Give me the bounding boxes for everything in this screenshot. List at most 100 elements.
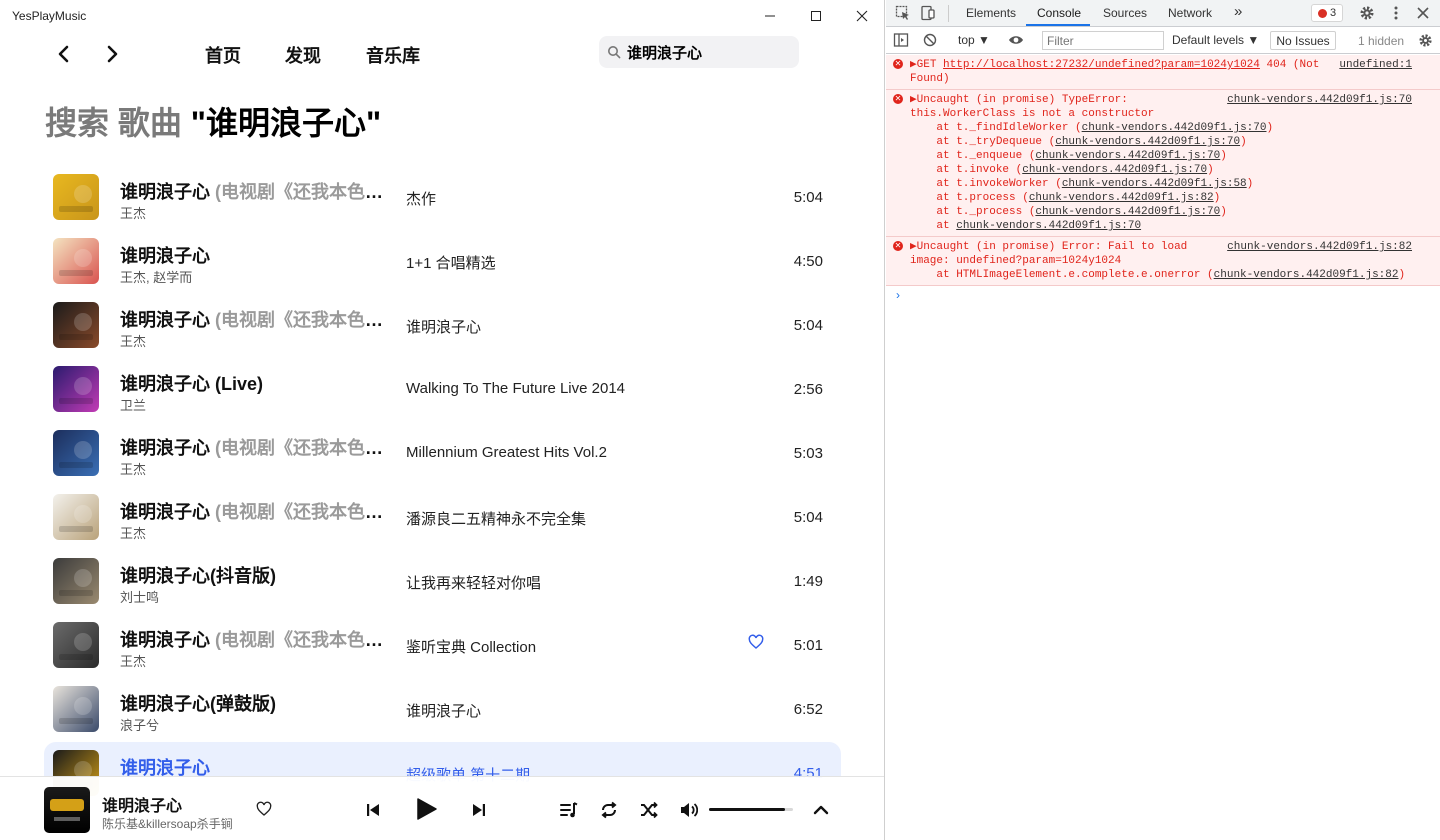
song-row[interactable]: 谁明浪子心(弹鼓版) 浪子兮 谁明浪子心 6:52 — [44, 678, 841, 742]
song-artist[interactable]: 王杰, 赵学而 — [120, 267, 192, 286]
nav-home[interactable]: 首页 — [205, 42, 241, 68]
live-expression-button[interactable] — [1007, 31, 1025, 49]
message-source-link[interactable]: chunk-vendors.442d09f1.js:70 — [1227, 93, 1412, 107]
tab-network[interactable]: Network — [1168, 6, 1212, 20]
song-cover[interactable] — [53, 558, 99, 604]
song-cover[interactable] — [53, 238, 99, 284]
stack-source-link[interactable]: chunk-vendors.442d09f1.js:70 — [1022, 164, 1207, 176]
issues-button[interactable]: No Issues — [1270, 31, 1336, 50]
song-artist[interactable]: 卫兰 — [120, 395, 146, 414]
settings-button[interactable] — [1358, 4, 1376, 22]
back-button[interactable] — [50, 40, 78, 68]
close-devtools-button[interactable] — [1414, 4, 1432, 22]
stack-source-link[interactable]: chunk-vendors.442d09f1.js:70 — [1035, 206, 1220, 218]
next-button[interactable] — [468, 799, 490, 821]
song-album[interactable]: 潘源良二五精神永不完全集 — [406, 508, 586, 529]
song-title[interactable]: 谁明浪子心 (电视剧《还我本色》主题曲) — [120, 306, 386, 332]
song-title[interactable]: 谁明浪子心 — [120, 242, 386, 268]
song-title[interactable]: 谁明浪子心 (电视剧《还我本色》主题曲) — [120, 178, 386, 204]
clear-console-button[interactable] — [921, 31, 939, 49]
song-row[interactable]: 谁明浪子心 王杰, 赵学而 1+1 合唱精选 4:50 — [44, 230, 841, 294]
song-cover[interactable] — [53, 366, 99, 412]
log-levels-selector[interactable]: Default levels ▼ — [1172, 33, 1259, 47]
tab-elements[interactable]: Elements — [966, 6, 1016, 20]
search-box[interactable] — [599, 36, 799, 68]
song-album[interactable]: 让我再来轻轻对你唱 — [406, 572, 541, 593]
more-options-button[interactable] — [1387, 4, 1405, 22]
song-artist[interactable]: 王杰 — [120, 459, 146, 478]
song-row[interactable]: 谁明浪子心 (电视剧《还我本色》主题曲)王杰潘源良二五精神永不完全集5:04 — [44, 486, 841, 550]
song-artist[interactable]: 王杰 — [120, 331, 146, 350]
toggle-sidebar-button[interactable] — [892, 31, 910, 49]
song-row[interactable]: 谁明浪子心 (电视剧《还我本色》主题曲)王杰 Millennium Greates… — [44, 422, 841, 486]
close-button[interactable] — [839, 0, 884, 32]
console-error-message[interactable]: ✕ chunk-vendors.442d09f1.js:70 ▶Uncaught (… — [886, 90, 1440, 237]
maximize-button[interactable] — [793, 0, 839, 32]
nav-explore[interactable]: 发现 — [285, 42, 321, 68]
song-cover[interactable] — [53, 174, 99, 220]
forward-button[interactable] — [98, 40, 126, 68]
song-title[interactable]: 谁明浪子心(弹鼓版) — [120, 690, 386, 716]
minimize-button[interactable] — [747, 0, 793, 32]
stack-source-link[interactable]: chunk-vendors.442d09f1.js:70 — [1035, 150, 1220, 162]
song-cover[interactable] — [53, 302, 99, 348]
song-album[interactable]: Walking To The Future Live 2014 — [406, 380, 625, 397]
console-error-message[interactable]: ✕ chunk-vendors.442d09f1.js:82 ▶Uncaught (… — [886, 237, 1440, 286]
song-cover[interactable] — [53, 430, 99, 476]
song-album[interactable]: Millennium Greatest Hits Vol.2 — [406, 444, 607, 461]
stack-source-link[interactable]: chunk-vendors.442d09f1.js:82 — [1214, 269, 1399, 281]
tab-console[interactable]: Console — [1037, 6, 1081, 20]
message-source-link[interactable]: chunk-vendors.442d09f1.js:82 — [1227, 240, 1412, 254]
stack-source-link[interactable]: chunk-vendors.442d09f1.js:70 — [1055, 136, 1240, 148]
console-settings-button[interactable] — [1416, 31, 1434, 49]
stack-source-link[interactable]: chunk-vendors.442d09f1.js:82 — [1029, 192, 1214, 204]
error-count-badge[interactable]: 3 — [1311, 4, 1343, 22]
song-artist[interactable]: 王杰 — [120, 651, 146, 670]
console-filter-input[interactable] — [1042, 31, 1164, 50]
player-artist[interactable]: 陈乐基&killersoap杀手锏 — [102, 815, 233, 832]
device-toolbar-button[interactable] — [919, 4, 937, 22]
volume-button[interactable] — [678, 799, 700, 821]
console-error-message[interactable]: ✕ undefined:1 ▶GET http://localhost:27232/… — [886, 55, 1440, 90]
volume-slider[interactable] — [709, 808, 793, 811]
song-album[interactable]: 杰作 — [406, 188, 436, 209]
song-title[interactable]: 谁明浪子心 (电视剧《还我本色》主题曲) — [120, 626, 386, 652]
song-cover[interactable] — [53, 494, 99, 540]
song-cover[interactable] — [53, 686, 99, 732]
tab-sources[interactable]: Sources — [1103, 6, 1147, 20]
play-button[interactable] — [410, 793, 442, 825]
previous-button[interactable] — [362, 799, 384, 821]
song-row[interactable]: 谁明浪子心 (电视剧《还我本色》主题曲)王杰鉴听宝典 Collection5:0… — [44, 614, 841, 678]
player-like-button[interactable] — [255, 800, 273, 818]
inspect-element-button[interactable] — [894, 4, 912, 22]
song-artist[interactable]: 王杰 — [120, 523, 146, 542]
song-artist[interactable]: 王杰 — [120, 203, 146, 222]
search-input[interactable] — [627, 43, 787, 61]
song-row[interactable]: 谁明浪子心(抖音版) 刘士鸣 让我再来轻轻对你唱 1:49 — [44, 550, 841, 614]
song-title[interactable]: 谁明浪子心 (电视剧《还我本色》主题曲) — [120, 434, 386, 460]
stack-source-link[interactable]: chunk-vendors.442d09f1.js:70 — [956, 220, 1141, 232]
playlist-queue-button[interactable] — [558, 799, 580, 821]
song-album[interactable]: 鉴听宝典 Collection — [406, 636, 536, 657]
song-row[interactable]: 谁明浪子心 (电视剧《还我本色》主题曲)王杰谁明浪子心5:04 — [44, 294, 841, 358]
message-source-link[interactable]: undefined:1 — [1339, 58, 1412, 72]
more-tabs-button[interactable]: » — [1234, 3, 1242, 20]
nav-library[interactable]: 音乐库 — [366, 42, 420, 68]
request-url-link[interactable]: http://localhost:27232/undefined?param=1… — [943, 59, 1260, 71]
song-album[interactable]: 谁明浪子心 — [406, 316, 481, 337]
song-cover[interactable] — [53, 622, 99, 668]
player-song-title[interactable]: 谁明浪子心 — [102, 792, 182, 816]
song-artist[interactable]: 刘士鸣 — [120, 587, 159, 606]
stack-source-link[interactable]: chunk-vendors.442d09f1.js:70 — [1082, 122, 1267, 134]
song-artist[interactable]: 浪子兮 — [120, 715, 159, 734]
song-album[interactable]: 1+1 合唱精选 — [406, 252, 496, 273]
song-row[interactable]: 谁明浪子心 (电视剧《还我本色》主题曲)王杰杰作5:04 — [44, 166, 841, 230]
shuffle-button[interactable] — [638, 799, 660, 821]
stack-source-link[interactable]: chunk-vendors.442d09f1.js:58 — [1062, 178, 1247, 190]
expand-lyrics-button[interactable] — [810, 799, 832, 821]
song-title[interactable]: 谁明浪子心(抖音版) — [120, 562, 386, 588]
song-like-button[interactable] — [748, 634, 766, 652]
song-row[interactable]: 谁明浪子心 (Live) 卫兰 Walking To The Future Live… — [44, 358, 841, 422]
console-prompt[interactable]: › — [896, 288, 1440, 302]
player-cover[interactable] — [44, 787, 90, 833]
